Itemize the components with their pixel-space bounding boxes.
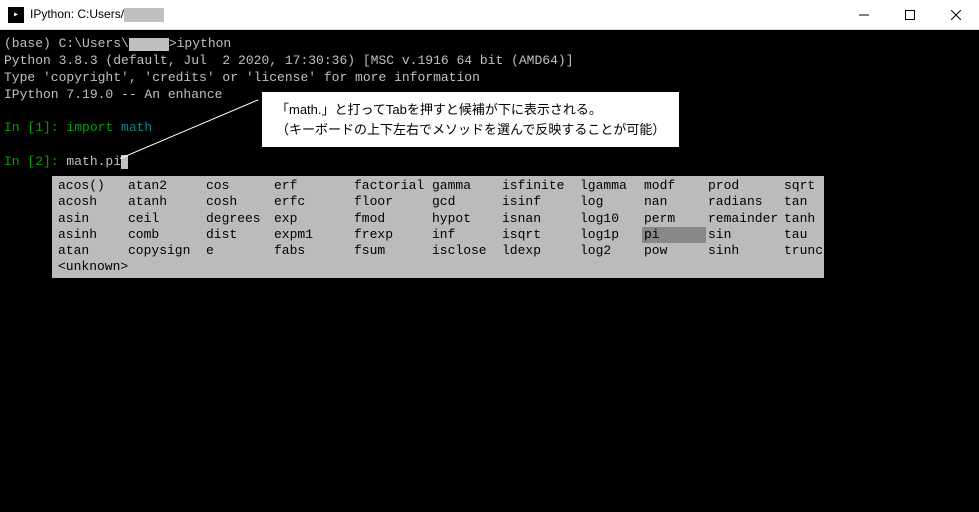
completion-item[interactable]: log xyxy=(578,194,642,210)
completion-item[interactable]: e xyxy=(204,243,272,259)
completion-item[interactable]: exp xyxy=(272,211,352,227)
window-controls xyxy=(841,0,979,29)
app-icon: ▸ xyxy=(8,7,24,23)
completion-item[interactable]: copysign xyxy=(126,243,204,259)
completion-item[interactable]: floor xyxy=(352,194,430,210)
completion-item[interactable]: log1p xyxy=(578,227,642,243)
completion-item[interactable]: degrees xyxy=(204,211,272,227)
completion-item[interactable]: expm1 xyxy=(272,227,352,243)
annotation-text-2: （キーボードの上下左右でメソッドを選んで反映することが可能） xyxy=(276,120,665,140)
completion-item[interactable]: acosh xyxy=(56,194,126,210)
completion-item[interactable]: pi xyxy=(642,227,706,243)
completion-item[interactable]: ldexp xyxy=(500,243,578,259)
completion-item[interactable]: trunc xyxy=(782,243,820,259)
input-text: math.pi xyxy=(66,154,121,169)
redacted-username-term xyxy=(129,38,169,51)
completion-item[interactable]: isnan xyxy=(500,211,578,227)
completion-item[interactable]: cos xyxy=(204,178,272,194)
in-prompt-2: In [2]: xyxy=(4,154,66,169)
title-prefix: IPython: C:Users/ xyxy=(30,7,124,21)
completion-item[interactable]: atan2 xyxy=(126,178,204,194)
completion-item[interactable]: radians xyxy=(706,194,782,210)
annotation-callout: 「math.」と打ってTabを押すと候補が下に表示される。 （キーボードの上下左… xyxy=(262,92,679,147)
completion-item[interactable]: atan xyxy=(56,243,126,259)
completion-row: asinhcombdistexpm1frexpinfisqrtlog1ppisi… xyxy=(56,227,820,243)
completion-item[interactable]: atanh xyxy=(126,194,204,210)
completion-item[interactable]: nan xyxy=(642,194,706,210)
completion-item[interactable]: cosh xyxy=(204,194,272,210)
completion-item[interactable]: gamma xyxy=(430,178,500,194)
redacted-username xyxy=(124,8,164,22)
completion-item[interactable]: isqrt xyxy=(500,227,578,243)
completion-item[interactable]: fsum xyxy=(352,243,430,259)
module-name: math xyxy=(121,120,152,135)
maximize-button[interactable] xyxy=(887,0,933,29)
input-line-2: In [2]: math.pi xyxy=(4,154,975,171)
completion-item[interactable]: comb xyxy=(126,227,204,243)
terminal-body[interactable]: (base) C:\Users\ >ipython Python 3.8.3 (d… xyxy=(0,30,979,512)
completion-item[interactable]: ceil xyxy=(126,211,204,227)
completion-row: atancopysignefabsfsumiscloseldexplog2pow… xyxy=(56,243,820,259)
completion-item[interactable]: hypot xyxy=(430,211,500,227)
python-version-line: Python 3.8.3 (default, Jul 2 2020, 17:30… xyxy=(4,53,975,70)
annotation-text-1: 「math.」と打ってTabを押すと候補が下に表示される。 xyxy=(276,100,665,120)
completion-item[interactable]: log2 xyxy=(578,243,642,259)
completion-item[interactable]: prod xyxy=(706,178,782,194)
completion-item[interactable]: perm xyxy=(642,211,706,227)
completion-item[interactable]: acos() xyxy=(56,178,126,194)
completion-item[interactable]: gcd xyxy=(430,194,500,210)
completion-item[interactable]: pow xyxy=(642,243,706,259)
completion-row: asinceildegreesexpfmodhypotisnanlog10per… xyxy=(56,211,820,227)
completion-item[interactable]: lgamma xyxy=(578,178,642,194)
completion-item[interactable]: tanh xyxy=(782,211,820,227)
prompt-line-base: (base) C:\Users\ >ipython xyxy=(4,36,975,53)
completion-item[interactable]: dist xyxy=(204,227,272,243)
shell-prompt-suffix: >ipython xyxy=(169,36,231,51)
completion-item[interactable]: frexp xyxy=(352,227,430,243)
close-button[interactable] xyxy=(933,0,979,29)
minimize-button[interactable] xyxy=(841,0,887,29)
completion-row: acoshatanhcosherfcfloorgcdisinflognanrad… xyxy=(56,194,820,210)
completion-unknown[interactable]: <unknown> xyxy=(56,259,820,275)
titlebar[interactable]: ▸ IPython: C:Users/ xyxy=(0,0,979,30)
completion-item[interactable]: asinh xyxy=(56,227,126,243)
completion-item[interactable]: isclose xyxy=(430,243,500,259)
completion-popup[interactable]: acos()atan2coserffactorialgammaisfinitel… xyxy=(52,176,824,278)
completion-item[interactable]: fmod xyxy=(352,211,430,227)
completion-item[interactable]: tan xyxy=(782,194,820,210)
completion-item[interactable]: isinf xyxy=(500,194,578,210)
completion-item[interactable]: fabs xyxy=(272,243,352,259)
completion-row: acos()atan2coserffactorialgammaisfinitel… xyxy=(56,178,820,194)
completion-item[interactable]: modf xyxy=(642,178,706,194)
completion-item[interactable]: sqrt xyxy=(782,178,820,194)
python-info-line: Type 'copyright', 'credits' or 'license'… xyxy=(4,70,975,87)
in-prompt-1: In [1]: xyxy=(4,120,66,135)
completion-item[interactable]: isfinite xyxy=(500,178,578,194)
import-keyword: import xyxy=(66,120,121,135)
completion-item[interactable]: sin xyxy=(706,227,782,243)
completion-item[interactable]: erf xyxy=(272,178,352,194)
app-window: ▸ IPython: C:Users/ (base) C:\Users\ >ipy… xyxy=(0,0,979,512)
completion-item[interactable]: tau xyxy=(782,227,820,243)
shell-prompt-prefix: (base) C:\Users\ xyxy=(4,36,129,51)
completion-item[interactable]: log10 xyxy=(578,211,642,227)
completion-item[interactable]: erfc xyxy=(272,194,352,210)
completion-item[interactable]: asin xyxy=(56,211,126,227)
completion-item[interactable]: remainder xyxy=(706,211,782,227)
completion-item[interactable]: inf xyxy=(430,227,500,243)
completion-item[interactable]: sinh xyxy=(706,243,782,259)
completion-item[interactable]: factorial xyxy=(352,178,430,194)
window-title: IPython: C:Users/ xyxy=(30,7,841,22)
